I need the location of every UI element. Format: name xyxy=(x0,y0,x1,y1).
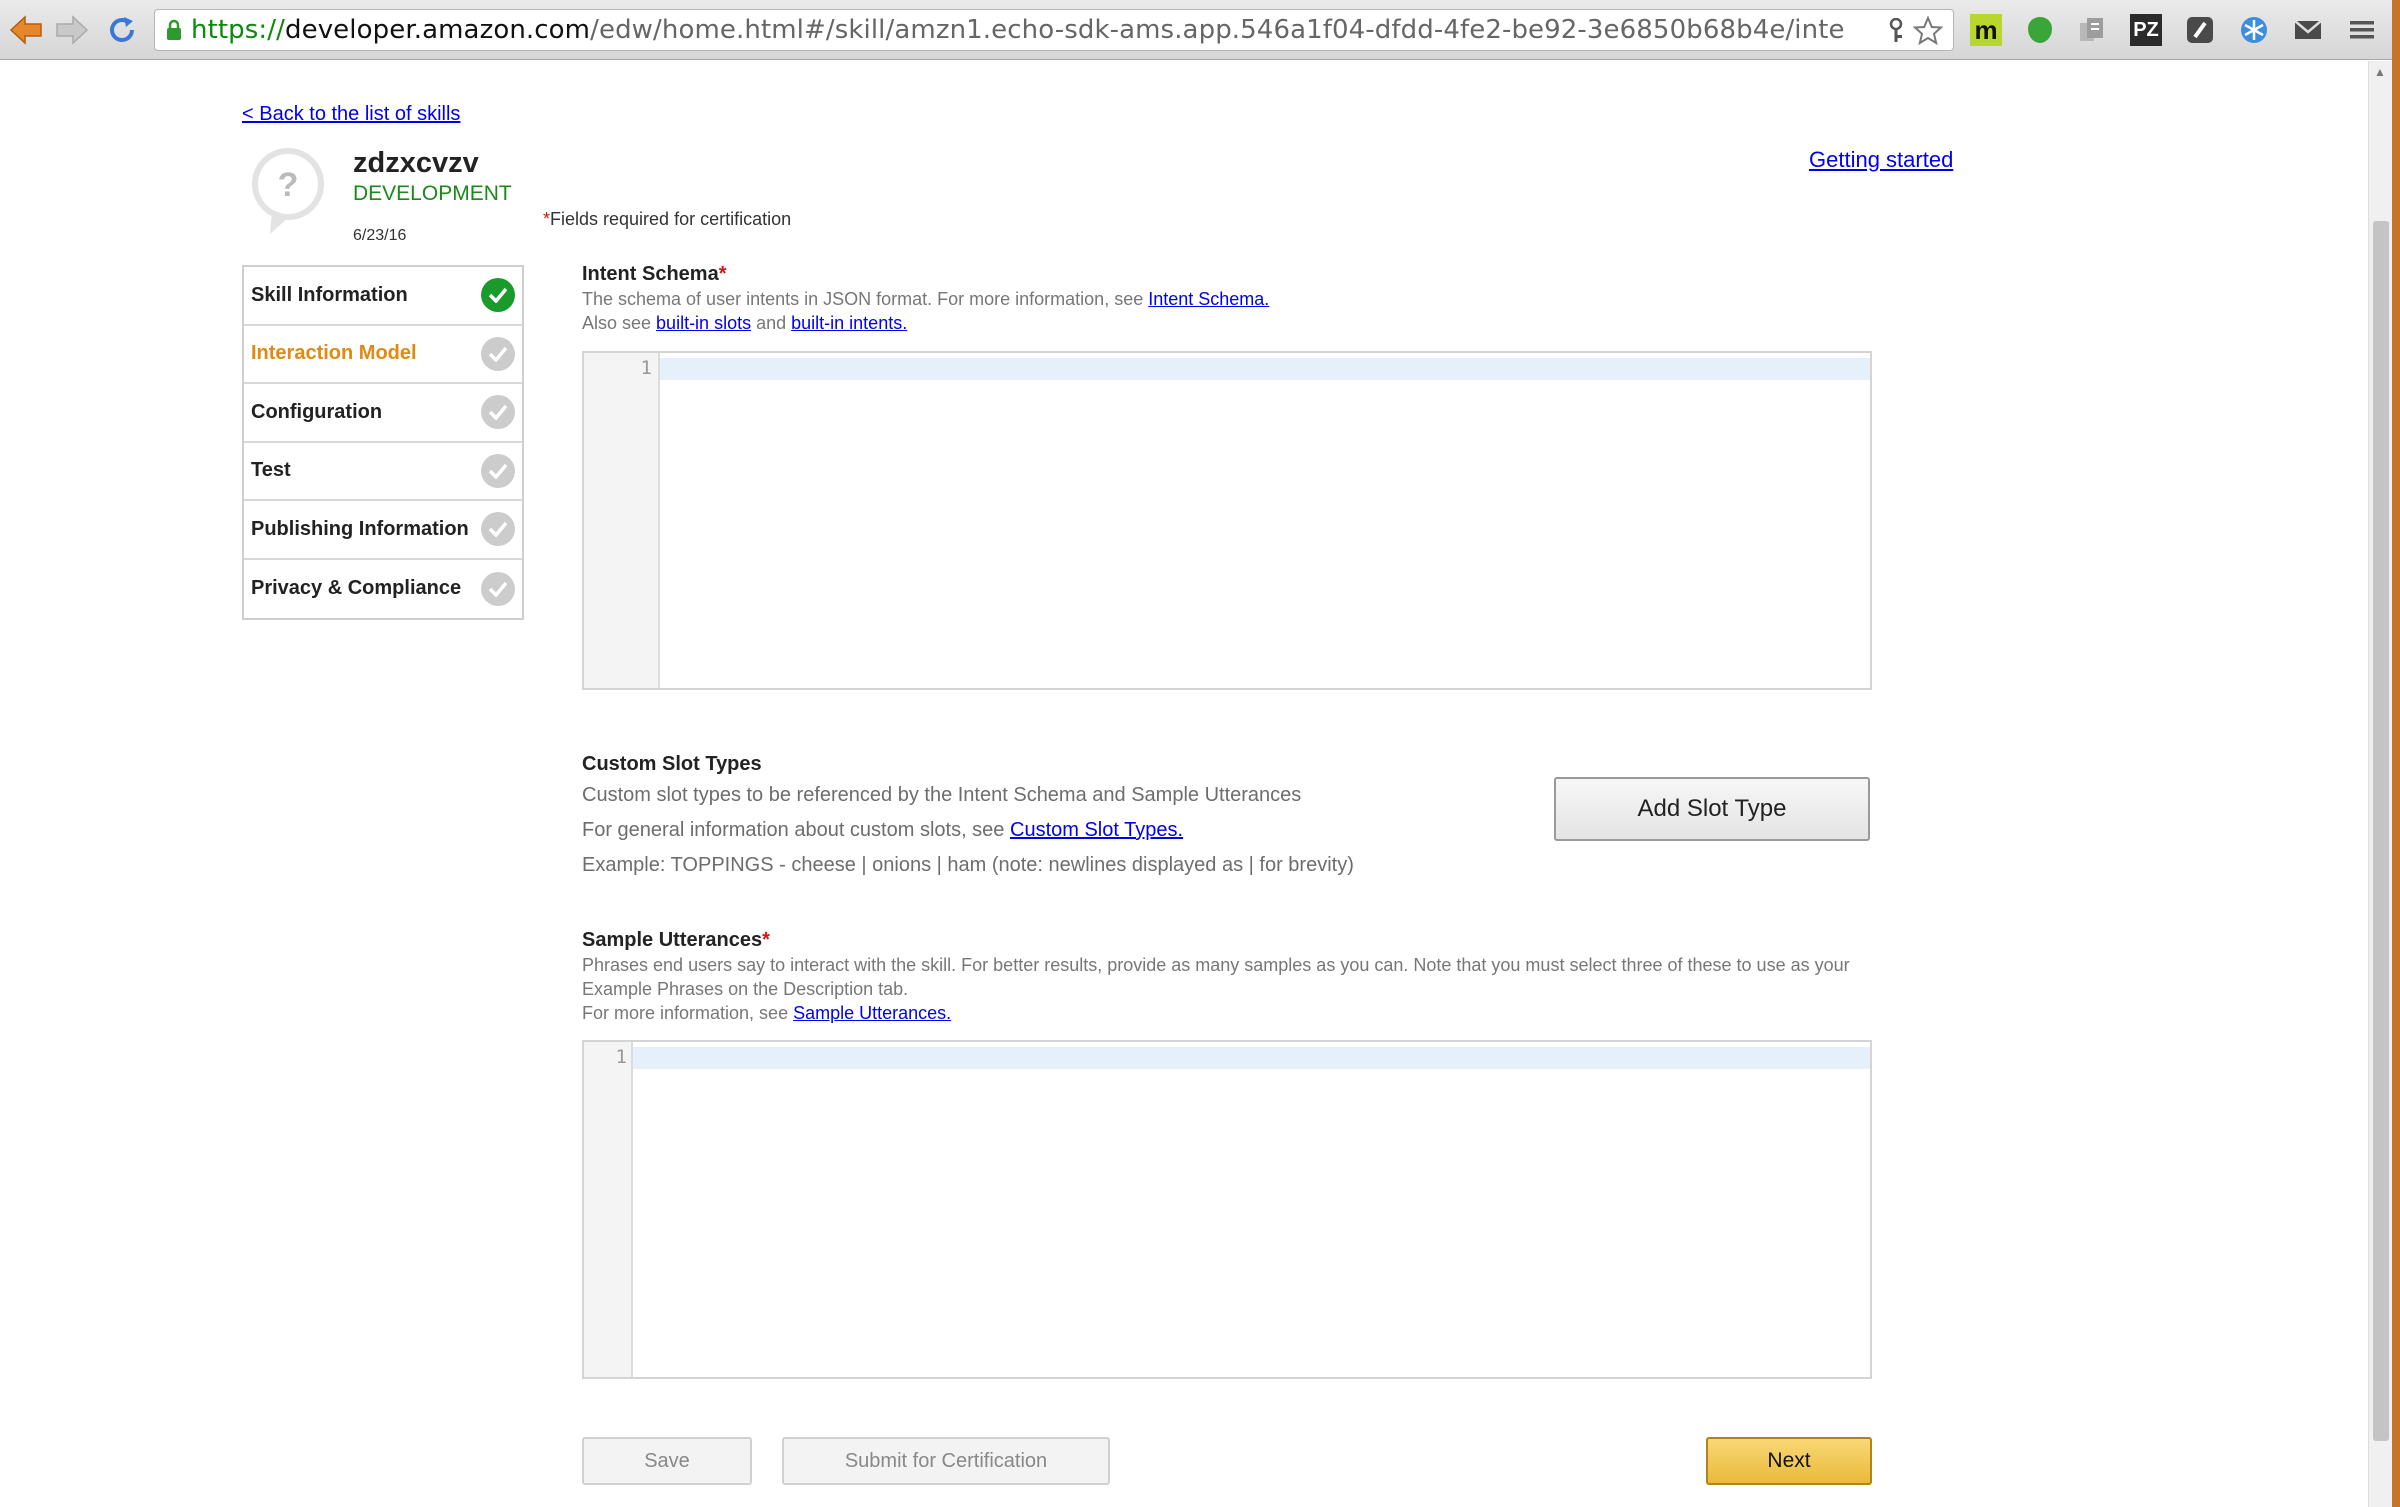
address-bar[interactable]: https://developer.amazon.com/edw/home.ht… xyxy=(154,9,1954,51)
built-in-slots-link[interactable]: built-in slots xyxy=(656,313,751,333)
custom-slot-types-link[interactable]: Custom Slot Types. xyxy=(1010,819,1183,841)
custom-slot-types-title: Custom Slot Types xyxy=(582,753,762,775)
sidebar-item-label: Interaction Model xyxy=(251,342,417,365)
skill-avatar: ? xyxy=(248,146,328,242)
scroll-up-arrow-icon[interactable]: ▲ xyxy=(2374,65,2386,79)
pz-icon[interactable]: PZ xyxy=(2128,12,2164,48)
shield-icon[interactable] xyxy=(2022,12,2058,48)
intent-schema-help: The schema of user intents in JSON forma… xyxy=(582,289,1270,333)
reload-icon[interactable] xyxy=(102,10,142,50)
star-icon[interactable] xyxy=(1913,16,1943,46)
scroll-thumb[interactable] xyxy=(2373,221,2389,1441)
intent-schema-link[interactable]: Intent Schema. xyxy=(1148,289,1269,309)
page-scrollbar[interactable]: ▲ xyxy=(2368,61,2392,1507)
sidebar-item-publishing-information[interactable]: Publishing Information xyxy=(244,501,522,560)
submit-certification-button[interactable]: Submit for Certification xyxy=(782,1437,1110,1485)
required-fields-note: *Fields required for certification xyxy=(543,209,792,229)
lock-icon xyxy=(165,18,183,42)
sample-utterances-editor[interactable]: 1 xyxy=(582,1040,1872,1379)
custom-slot-example: Example: TOPPINGS - cheese | onions | ha… xyxy=(582,854,1354,876)
snowflake-icon[interactable] xyxy=(2236,12,2272,48)
forward-arrow-icon[interactable] xyxy=(52,10,92,50)
intent-schema-title: Intent Schema* xyxy=(582,263,727,285)
page-content: < Back to the list of skills Getting sta… xyxy=(0,61,2368,1507)
mendeley-icon[interactable]: m xyxy=(1968,12,2004,48)
active-line xyxy=(633,1047,1870,1069)
line-number: 1 xyxy=(640,357,652,379)
sidebar-item-test[interactable]: Test xyxy=(244,443,522,501)
check-incomplete-icon xyxy=(481,453,515,488)
active-line xyxy=(660,358,1870,380)
sidebar-item-configuration[interactable]: Configuration xyxy=(244,384,522,443)
mail-icon[interactable] xyxy=(2290,12,2326,48)
sidebar-item-label: Privacy & Compliance xyxy=(251,577,462,600)
sidebar-item-skill-information[interactable]: Skill Information xyxy=(244,267,522,326)
intent-schema-editor[interactable]: 1 xyxy=(582,351,1872,690)
line-number: 1 xyxy=(615,1046,627,1068)
line-gutter: 1 xyxy=(584,353,660,688)
menu-icon[interactable] xyxy=(2344,12,2380,48)
next-button[interactable]: Next xyxy=(1706,1437,1872,1485)
sidebar-item-label: Configuration xyxy=(251,400,383,423)
custom-slot-help-1: Custom slot types to be referenced by th… xyxy=(582,784,1302,806)
sample-utterances-help: Phrases end users say to interact with t… xyxy=(582,955,1850,1023)
add-slot-type-button[interactable]: Add Slot Type xyxy=(1554,777,1870,841)
getting-started-link[interactable]: Getting started xyxy=(1809,147,1953,173)
sample-utterances-title: Sample Utterances* xyxy=(582,929,770,951)
question-mark-icon: ? xyxy=(278,166,299,204)
key-icon[interactable] xyxy=(1887,18,1905,44)
custom-slot-help-2: For general information about custom slo… xyxy=(582,819,1184,841)
back-to-skills-link[interactable]: < Back to the list of skills xyxy=(242,103,460,126)
check-incomplete-icon xyxy=(481,336,515,371)
url-text: https://developer.amazon.com/edw/home.ht… xyxy=(191,15,1845,45)
check-incomplete-icon xyxy=(481,512,515,547)
check-complete-icon xyxy=(481,278,515,313)
sidebar-item-privacy-compliance[interactable]: Privacy & Compliance xyxy=(244,560,522,619)
skill-status: DEVELOPMENT xyxy=(353,182,512,205)
skill-name: zdzxcvzv xyxy=(353,147,479,179)
sample-utterances-link[interactable]: Sample Utterances. xyxy=(793,1003,951,1023)
browser-toolbar: https://developer.amazon.com/edw/home.ht… xyxy=(0,0,2400,60)
check-incomplete-icon xyxy=(481,571,515,606)
sidebar-nav: Skill Information Interaction Model Conf… xyxy=(242,265,524,620)
save-button[interactable]: Save xyxy=(582,1437,752,1485)
sidebar-item-interaction-model[interactable]: Interaction Model xyxy=(244,326,522,384)
docs-icon[interactable] xyxy=(2074,12,2110,48)
back-arrow-icon[interactable] xyxy=(6,10,46,50)
sidebar-item-label: Publishing Information xyxy=(251,517,469,540)
skill-date: 6/23/16 xyxy=(353,227,407,244)
window-edge xyxy=(2392,0,2400,1507)
square-icon[interactable] xyxy=(2182,12,2218,48)
built-in-intents-link[interactable]: built-in intents. xyxy=(791,313,907,333)
sidebar-item-label: Test xyxy=(251,459,291,482)
check-incomplete-icon xyxy=(481,395,515,430)
sidebar-item-label: Skill Information xyxy=(251,283,408,306)
line-gutter: 1 xyxy=(584,1042,633,1377)
